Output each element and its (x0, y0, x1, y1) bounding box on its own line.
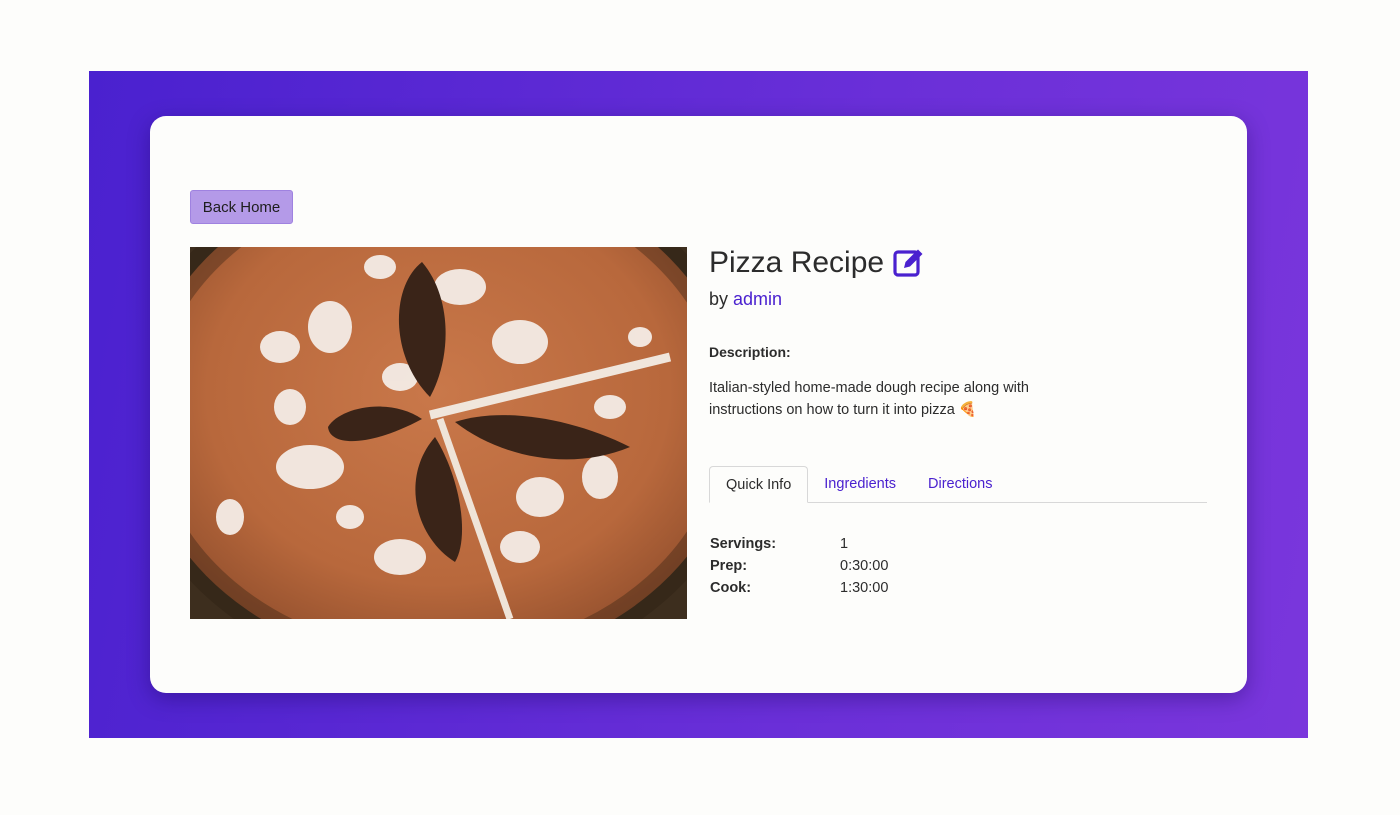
cook-label: Cook: (710, 580, 752, 596)
servings-value: 1 (840, 536, 849, 552)
tab-directions[interactable]: Directions (912, 466, 1008, 502)
prep-value: 0:30:00 (840, 558, 889, 574)
title-row: Pizza Recipe (709, 246, 926, 280)
info-row-servings: Servings: 1 (710, 533, 888, 555)
tab-quick-info[interactable]: Quick Info (709, 466, 809, 503)
page-title: Pizza Recipe (709, 246, 885, 279)
prep-label: Prep: (710, 558, 748, 574)
quick-info-panel: Servings: 1 Prep: 0:30:00 Cook: 1:30:00 (710, 533, 888, 599)
pizza-image (190, 247, 687, 619)
edit-pencil-icon[interactable] (892, 246, 926, 280)
description-text: Italian-styled home-made dough recipe al… (709, 380, 1029, 418)
info-row-cook: Cook: 1:30:00 (710, 577, 888, 599)
recipe-tabs: Quick Info Ingredients Directions (709, 465, 1207, 503)
recipe-photo (190, 247, 687, 619)
tab-ingredients[interactable]: Ingredients (808, 466, 912, 502)
servings-label: Servings: (710, 536, 777, 552)
info-row-prep: Prep: 0:30:00 (710, 555, 888, 577)
author-link[interactable]: admin (733, 289, 782, 309)
author-byline: by admin (709, 289, 782, 310)
description-label: Description: (709, 344, 791, 360)
cook-value: 1:30:00 (840, 580, 889, 596)
back-home-button[interactable]: Back Home (190, 190, 293, 224)
byline-prefix: by (709, 289, 729, 309)
